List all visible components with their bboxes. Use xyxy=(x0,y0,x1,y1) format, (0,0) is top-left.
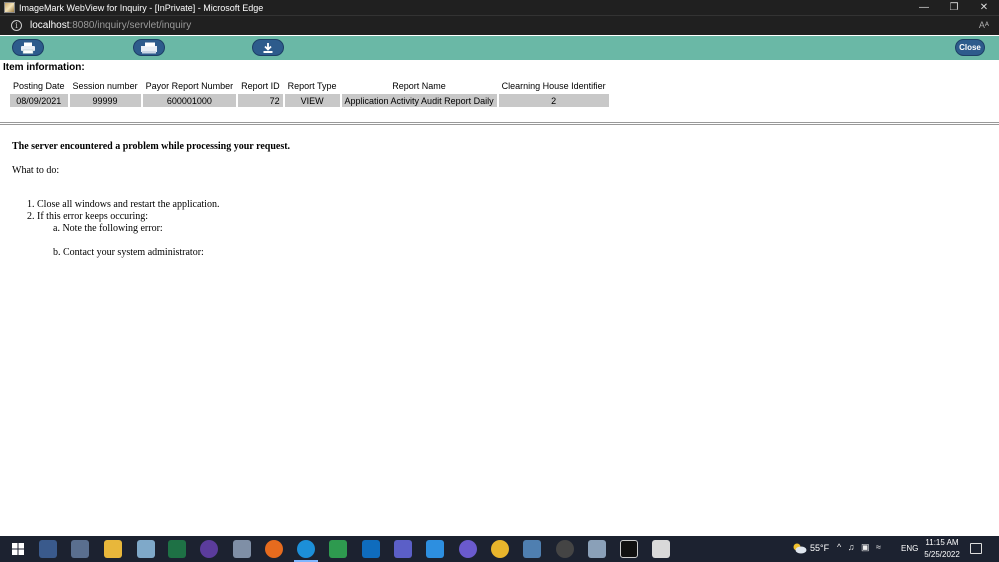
outlook-icon[interactable] xyxy=(362,540,380,558)
cell-payor-report-number: 600001000 xyxy=(142,94,237,107)
steps-list: 1. Close all windows and restart the app… xyxy=(12,199,219,259)
col-session-number: Session number xyxy=(72,81,138,91)
read-aloud-icon[interactable]: Aᴬ xyxy=(979,20,989,30)
app-logo-icon xyxy=(4,2,15,13)
app-icon[interactable] xyxy=(588,540,606,558)
download-icon xyxy=(263,42,273,53)
error-headline: The server encountered a problem while p… xyxy=(12,141,291,152)
table-row: 08/09/2021 99999 600001000 72 VIEW Appli… xyxy=(10,94,609,107)
github-icon[interactable] xyxy=(200,540,218,558)
window-controls: — ❐ ✕ xyxy=(909,0,999,15)
weather-icon[interactable] xyxy=(791,542,807,554)
cell-report-id: 72 xyxy=(238,94,283,107)
list-item: a. Note the following error: xyxy=(53,223,163,234)
print-button[interactable] xyxy=(12,39,44,56)
url-path: :8080/inquiry/servlet/inquiry xyxy=(69,20,192,31)
chrome-icon[interactable] xyxy=(491,540,509,558)
language-indicator[interactable]: ENG xyxy=(901,544,918,553)
col-report-id: Report ID xyxy=(241,81,280,91)
weather-temp[interactable]: 55°F xyxy=(810,543,829,553)
clock-time[interactable]: 11:15 AM xyxy=(922,538,962,547)
vscode-icon[interactable] xyxy=(426,540,444,558)
site-info-icon[interactable]: i xyxy=(11,20,22,31)
download-button[interactable] xyxy=(252,39,284,56)
list-item: 1. Close all windows and restart the app… xyxy=(27,199,220,210)
cell-report-type: VIEW xyxy=(284,94,340,107)
app-toolbar: Close xyxy=(0,36,999,60)
item-info-table: Posting Date Session number Payor Report… xyxy=(8,78,611,109)
what-to-do-label: What to do: xyxy=(12,165,60,176)
fax-button[interactable] xyxy=(133,39,165,56)
col-payor-report-number: Payor Report Number xyxy=(145,81,234,91)
col-clearing-house-id: Clearning House Identifier xyxy=(501,81,606,91)
address-bar[interactable]: i localhost:8080/inquiry/servlet/inquiry… xyxy=(0,15,999,35)
list-item: b. Contact your system administrator: xyxy=(53,247,204,258)
cell-clearing-house-id: 2 xyxy=(498,94,609,107)
clock-date[interactable]: 5/25/2022 xyxy=(922,550,962,559)
minimize-icon[interactable]: — xyxy=(909,0,939,15)
url-host: localhost xyxy=(30,20,70,31)
error-message: The server encountered a problem while p… xyxy=(12,141,291,258)
firefox-icon[interactable] xyxy=(265,540,283,558)
window-title: ImageMark WebView for Inquiry - [InPriva… xyxy=(19,2,264,13)
sheets-icon[interactable] xyxy=(329,540,347,558)
col-report-name: Report Name xyxy=(392,81,446,91)
col-posting-date: Posting Date xyxy=(13,81,65,91)
item-info-heading: Item information: xyxy=(3,62,85,73)
system-tray: 55°F ^ ♫ ▣ ≈ ENG 11:15 AM 5/25/2022 xyxy=(791,536,999,562)
taskbar: 55°F ^ ♫ ▣ ≈ ENG 11:15 AM 5/25/2022 xyxy=(0,536,999,562)
restore-icon[interactable]: ❐ xyxy=(939,0,969,15)
table-header-row: Posting Date Session number Payor Report… xyxy=(10,80,609,92)
edge-icon[interactable] xyxy=(294,540,318,562)
spacer xyxy=(12,235,219,247)
notepad-icon[interactable] xyxy=(137,540,155,558)
app-icon[interactable] xyxy=(523,540,541,558)
file-explorer-icon[interactable] xyxy=(104,540,122,558)
terminal-icon[interactable] xyxy=(620,540,638,558)
tray-icons[interactable]: ^ ♫ ▣ ≈ xyxy=(837,542,899,556)
settings-icon[interactable] xyxy=(556,540,574,558)
excel-icon[interactable] xyxy=(168,540,186,558)
item-information-panel: Item information: Posting Date Session n… xyxy=(0,60,999,125)
print-icon xyxy=(21,42,35,54)
fax-icon xyxy=(141,42,157,53)
cell-session-number: 99999 xyxy=(69,94,141,107)
close-icon[interactable]: ✕ xyxy=(969,0,999,15)
windows-start-icon[interactable] xyxy=(9,540,27,558)
title-bar: ImageMark WebView for Inquiry - [InPriva… xyxy=(0,0,999,15)
calculator-icon[interactable] xyxy=(39,540,57,558)
paint-icon[interactable] xyxy=(71,540,89,558)
col-report-type: Report Type xyxy=(287,81,337,91)
java-icon[interactable] xyxy=(652,540,670,558)
app-icon[interactable] xyxy=(459,540,477,558)
cell-posting-date: 08/09/2021 xyxy=(10,94,68,107)
close-button[interactable]: Close xyxy=(955,39,985,56)
cell-report-name: Application Activity Audit Report Daily xyxy=(341,94,497,107)
notification-icon[interactable] xyxy=(970,543,982,554)
list-item: 2. If this error keeps occuring: xyxy=(27,211,149,222)
app-icon[interactable] xyxy=(233,540,251,558)
teams-icon[interactable] xyxy=(394,540,412,558)
